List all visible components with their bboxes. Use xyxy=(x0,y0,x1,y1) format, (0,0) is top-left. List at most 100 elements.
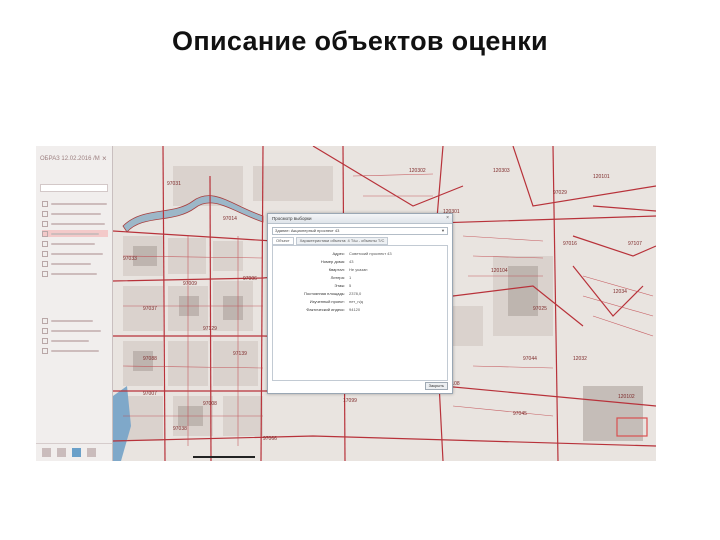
layer-item[interactable] xyxy=(42,250,108,257)
map-label: 97129 xyxy=(203,326,217,332)
checkbox[interactable] xyxy=(42,230,48,237)
map-label: 97107 xyxy=(628,241,642,247)
left-panel: ОБРАЗ 12.02.2016 /М × xyxy=(36,146,113,461)
map-label: 97038 xyxy=(173,426,187,432)
property-label: Этаж: xyxy=(334,283,345,288)
dialog-tabs: Объект Характеристики объекта: 4 Т/ш - о… xyxy=(272,237,448,245)
checkbox[interactable] xyxy=(42,347,48,354)
map-label: 97007 xyxy=(143,391,157,397)
layer-item[interactable] xyxy=(42,240,108,247)
panel-close-button[interactable]: × xyxy=(102,154,107,163)
tab-characteristics[interactable]: Характеристики объекта: 4 Т/ш - объекты … xyxy=(295,237,389,245)
property-value: 94120 xyxy=(349,307,361,312)
property-label: Фактический индекс: xyxy=(306,307,345,312)
map-label: 97037 xyxy=(143,306,157,312)
map-label: 120102 xyxy=(618,394,635,400)
layer-item[interactable] xyxy=(42,347,108,354)
property-row: Квартал: Не указан xyxy=(273,267,449,273)
object-select[interactable]: Здание: Акционерный проспект 43 ▼ xyxy=(272,227,448,235)
property-value: Советский проспект 43 xyxy=(349,251,392,256)
scale-bar xyxy=(193,456,255,458)
panel-header: ОБРАЗ 12.02.2016 /М xyxy=(40,156,100,162)
map-label: 97066 xyxy=(263,436,277,442)
layer-item[interactable] xyxy=(42,200,108,207)
hand-tool-icon[interactable] xyxy=(42,448,51,457)
map-label: 97008 xyxy=(203,401,217,407)
map-label: 97009 xyxy=(183,281,197,287)
map-label: 120302 xyxy=(409,168,426,174)
map-label: 97025 xyxy=(533,306,547,312)
map-label: 12034 xyxy=(613,289,627,295)
map-label: 97044 xyxy=(523,356,537,362)
map-label: 120104 xyxy=(491,268,508,274)
tab-object[interactable]: Объект xyxy=(272,237,294,245)
map-label: 97006 xyxy=(243,276,257,282)
layer-item[interactable] xyxy=(42,317,108,324)
map-label: 97014 xyxy=(223,216,237,222)
slide-title: Описание объектов оценки xyxy=(172,26,548,56)
property-label: Литера: xyxy=(330,275,345,280)
property-row: Изученный проект: нет_н/д xyxy=(273,299,449,305)
checkbox[interactable] xyxy=(42,317,48,324)
panel-toolbar xyxy=(36,443,112,461)
property-value: 1 xyxy=(349,275,352,280)
settings-tool-icon[interactable] xyxy=(87,448,96,457)
layer-item[interactable] xyxy=(42,337,108,344)
checkbox[interactable] xyxy=(42,260,48,267)
layers-tool-icon[interactable] xyxy=(57,448,66,457)
map-label: 12032 xyxy=(573,356,587,362)
checkbox[interactable] xyxy=(42,270,48,277)
map-label: 17099 xyxy=(343,398,357,404)
object-select-value: Здание: Акционерный проспект 43 xyxy=(275,228,340,233)
property-label: Постоянная площадь: xyxy=(303,291,345,296)
layer-item[interactable] xyxy=(42,270,108,277)
map-label: 97088 xyxy=(143,356,157,362)
property-value: 43 xyxy=(349,259,354,264)
checkbox[interactable] xyxy=(42,210,48,217)
property-value: Не указан xyxy=(349,267,368,272)
close-icon[interactable]: × xyxy=(446,214,449,223)
checkbox[interactable] xyxy=(42,327,48,334)
map-label: 97016 xyxy=(563,241,577,247)
map-label: 120303 xyxy=(493,168,510,174)
map-label: 97031 xyxy=(167,181,181,187)
checkbox[interactable] xyxy=(42,337,48,344)
checkbox[interactable] xyxy=(42,250,48,257)
map-label: 120101 xyxy=(593,174,610,180)
gis-screenshot: ОБРАЗ 12.02.2016 /М × 97031 120302 12030… xyxy=(36,146,656,461)
object-info-dialog: Просмотр выборки × Здание: Акционерный п… xyxy=(267,213,453,394)
layer-item[interactable] xyxy=(42,210,108,217)
checkbox[interactable] xyxy=(42,200,48,207)
property-label: Адрес: xyxy=(332,251,345,256)
properties-panel: Адрес: Советский проспект 43 Номер дома: 4… xyxy=(272,245,448,381)
map-label: 97139 xyxy=(233,351,247,357)
property-label: Номер дома: xyxy=(320,259,345,264)
layer-item[interactable] xyxy=(42,220,108,227)
property-row: Литера: 1 xyxy=(273,275,449,281)
property-row: Номер дома: 43 xyxy=(273,259,449,265)
map-label: 97033 xyxy=(123,256,137,262)
layer-list xyxy=(42,200,108,357)
dialog-title-bar[interactable]: Просмотр выборки × xyxy=(268,214,452,224)
close-button[interactable]: Закрыть xyxy=(424,382,448,390)
layer-item-selected[interactable] xyxy=(42,230,108,237)
property-value: 2378,0 xyxy=(349,291,362,296)
map-label: 97045 xyxy=(513,411,527,417)
dialog-title: Просмотр выборки xyxy=(272,216,312,221)
checkbox[interactable] xyxy=(42,220,48,227)
property-row: Этаж: 5 xyxy=(273,283,449,289)
property-label: Квартал: xyxy=(328,267,345,272)
property-value: нет_н/д xyxy=(349,299,364,304)
layer-search-input[interactable] xyxy=(40,184,108,192)
property-value: 5 xyxy=(349,283,352,288)
property-row: Фактический индекс: 94120 xyxy=(273,307,449,313)
checkbox[interactable] xyxy=(42,240,48,247)
property-row: Адрес: Советский проспект 43 xyxy=(273,251,449,257)
map-label: 97029 xyxy=(553,190,567,196)
layer-item[interactable] xyxy=(42,327,108,334)
info-tool-icon[interactable] xyxy=(72,448,81,457)
chevron-down-icon[interactable]: ▼ xyxy=(441,228,445,234)
layer-item[interactable] xyxy=(42,260,108,267)
property-label: Изученный проект: xyxy=(309,299,345,304)
property-row: Постоянная площадь: 2378,0 xyxy=(273,291,449,297)
